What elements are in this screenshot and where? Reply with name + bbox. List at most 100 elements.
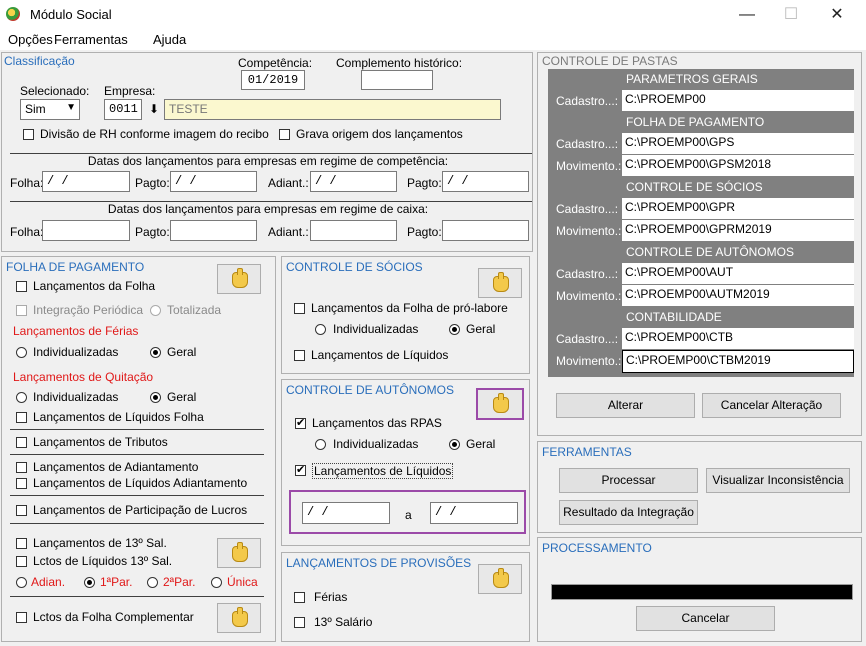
path-folha-movimento[interactable]: C:\PROEMP00\GPSM2018 [622, 155, 854, 176]
path-parametros-cadastro[interactable]: C:\PROEMP00 [622, 90, 854, 111]
pastas-row-label: Movimento.: [556, 159, 622, 173]
competencia-folha-date[interactable]: / / [42, 171, 130, 192]
menu-bar: Opções Ferramentas Ajuda [0, 30, 866, 50]
autonomos-individualizadas-label: Individualizadas [333, 437, 419, 451]
folha-panel: FOLHA DE PAGAMENTO Lançamentos da Folha … [1, 256, 276, 642]
hand-icon [232, 607, 248, 627]
hand-icon [232, 268, 248, 288]
window-title: Módulo Social [30, 7, 112, 22]
caixa-pagto-date[interactable] [170, 220, 257, 241]
pastas-row-label: Movimento.: [556, 354, 622, 368]
processamento-panel: PROCESSAMENTO Cancelar [537, 537, 862, 642]
caixa-adiant-date[interactable] [310, 220, 397, 241]
group-header-parametros: PARAMETROS GERAIS [622, 69, 854, 89]
competencia-pagto-date[interactable]: / / [170, 171, 257, 192]
folha-config-button[interactable] [217, 264, 261, 294]
socios-geral-radio[interactable] [449, 324, 460, 335]
hand-icon [493, 272, 509, 292]
download-arrow-icon[interactable]: ⬇ [145, 99, 163, 120]
close-button[interactable]: ✕ [814, 0, 860, 30]
complemento-input[interactable] [361, 70, 433, 90]
quitacao-geral-radio[interactable] [150, 392, 161, 403]
socios-liquidos-checkbox[interactable] [294, 350, 305, 361]
path-contabilidade-cadastro[interactable]: C:\PROEMP00\CTB [622, 328, 854, 349]
divider [10, 454, 264, 455]
autonomos-date-from[interactable]: / / [302, 502, 390, 524]
socios-title: CONTROLE DE SÓCIOS [286, 260, 423, 274]
autonomos-title: CONTROLE DE AUTÔNOMOS [286, 383, 455, 397]
competencia-adiant-date[interactable]: / / [310, 171, 397, 192]
chevron-down-icon: ▼ [66, 102, 76, 113]
caixa-pagto2-date[interactable] [442, 220, 529, 241]
grava-checkbox[interactable] [279, 129, 290, 140]
integracao-label: Integração Periódica [33, 303, 144, 317]
path-socios-movimento[interactable]: C:\PROEMP00\GPRM2019 [622, 220, 854, 241]
visualizar-inconsistencia-button[interactable]: Visualizar Inconsistência [706, 468, 850, 493]
adian-radio[interactable] [16, 577, 27, 588]
socios-config-button[interactable] [478, 268, 522, 298]
autonomos-config-button[interactable] [476, 388, 524, 420]
maximize-button[interactable]: ☐ [768, 0, 814, 30]
segunda-radio[interactable] [147, 577, 158, 588]
quitacao-individualizadas-label: Individualizadas [33, 390, 119, 404]
ferias-geral-radio[interactable] [150, 347, 161, 358]
path-autonomos-cadastro[interactable]: C:\PROEMP00\AUT [622, 263, 854, 284]
menu-opcoes[interactable]: Opções [8, 32, 53, 47]
path-autonomos-movimento[interactable]: C:\PROEMP00\AUTM2019 [622, 285, 854, 306]
group-header-autonomos: CONTROLE DE AUTÔNOMOS [622, 242, 854, 262]
pro-labore-checkbox[interactable] [294, 303, 305, 314]
menu-ajuda[interactable]: Ajuda [153, 32, 186, 47]
empresa-code-input[interactable]: 0011 [104, 99, 142, 120]
pastas-row-label: Movimento.: [556, 224, 622, 238]
pagto-label-2: Pagto: [407, 225, 442, 239]
caixa-folha-date[interactable] [42, 220, 130, 241]
socios-liquidos-label: Lançamentos de Líquidos [311, 348, 449, 362]
pastas-row-label: Movimento.: [556, 289, 622, 303]
autonomos-date-to[interactable]: / / [430, 502, 518, 524]
menu-ferramentas[interactable]: Ferramentas [54, 32, 128, 47]
quitacao-individualizadas-radio[interactable] [16, 392, 27, 403]
quitacao-geral-label: Geral [167, 390, 197, 404]
socios-individualizadas-radio[interactable] [315, 324, 326, 335]
hand-icon [232, 542, 248, 562]
competencia-input[interactable]: 01/2019 [241, 70, 305, 90]
selecionado-select[interactable]: Sim ▼ [20, 99, 80, 120]
divisao-checkbox[interactable] [23, 129, 34, 140]
cancelar-alteracao-button[interactable]: Cancelar Alteração [702, 393, 841, 418]
processar-button[interactable]: Processar [559, 468, 698, 493]
autonomos-individualizadas-radio[interactable] [315, 439, 326, 450]
path-socios-cadastro[interactable]: C:\PROEMP00\GPR [622, 198, 854, 219]
liq-folha-checkbox[interactable] [16, 412, 27, 423]
lanc-folha-checkbox[interactable] [16, 281, 27, 292]
complementar-config-button[interactable] [217, 603, 261, 633]
liq-adiantamento-checkbox[interactable] [16, 478, 27, 489]
competencia-pagto2-date[interactable]: / / [442, 171, 529, 192]
alterar-button[interactable]: Alterar [556, 393, 695, 418]
adiantamento-checkbox[interactable] [16, 462, 27, 473]
provisoes-config-button[interactable] [478, 564, 522, 594]
tributos-checkbox[interactable] [16, 437, 27, 448]
ferias-individualizadas-radio[interactable] [16, 347, 27, 358]
path-contabilidade-movimento[interactable]: C:\PROEMP00\CTBM2019 [622, 350, 854, 373]
autonomos-panel: CONTROLE DE AUTÔNOMOS Lançamentos das RP… [281, 379, 530, 546]
totalizada-radio[interactable] [150, 305, 161, 316]
participacao-checkbox[interactable] [16, 505, 27, 516]
minimize-button[interactable]: — [724, 0, 770, 30]
rpas-label: Lançamentos das RPAS [312, 416, 442, 430]
complementar-checkbox[interactable] [16, 612, 27, 623]
primeira-radio[interactable] [84, 577, 95, 588]
decimo-checkbox[interactable] [16, 538, 27, 549]
rpas-checkbox[interactable] [295, 416, 306, 429]
integracao-checkbox[interactable] [16, 305, 27, 316]
unica-radio[interactable] [211, 577, 222, 588]
grava-label: Grava origem dos lançamentos [296, 127, 463, 141]
autonomos-liquidos-checkbox[interactable] [295, 463, 306, 476]
path-folha-cadastro[interactable]: C:\PROEMP00\GPS [622, 133, 854, 154]
cancelar-button[interactable]: Cancelar [636, 606, 775, 631]
provisoes-decimo-checkbox[interactable] [294, 617, 305, 628]
autonomos-geral-radio[interactable] [449, 439, 460, 450]
liq-decimo-checkbox[interactable] [16, 556, 27, 567]
decimo-config-button[interactable] [217, 538, 261, 568]
provisoes-ferias-checkbox[interactable] [294, 592, 305, 603]
resultado-integracao-button[interactable]: Resultado da Integração [559, 500, 698, 525]
